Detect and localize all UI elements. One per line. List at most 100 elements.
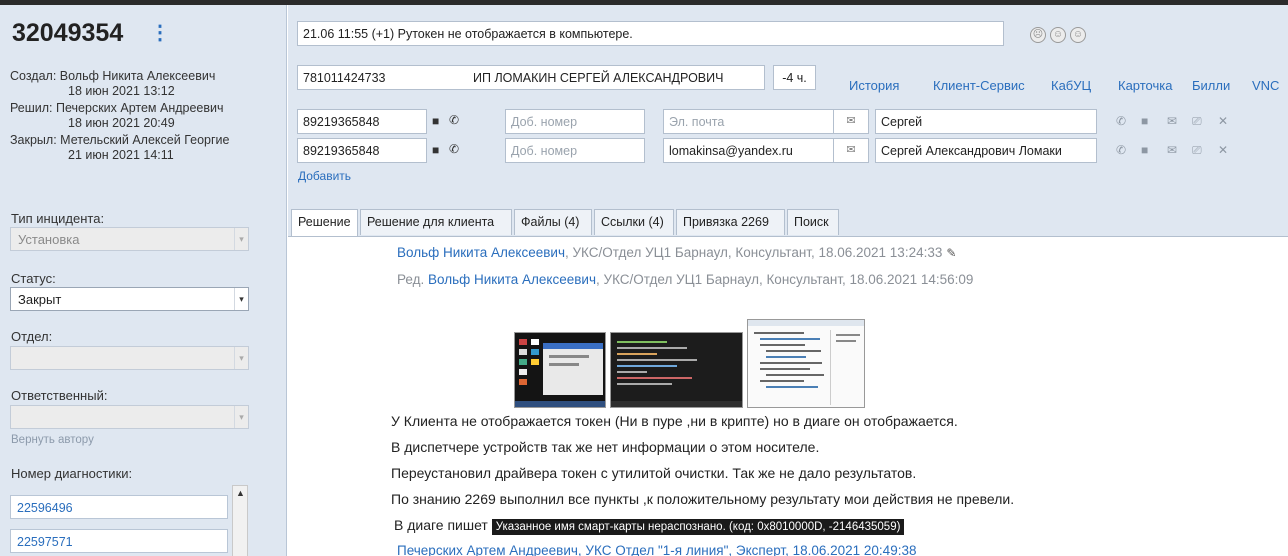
ticket-number: 32049354 [12, 19, 124, 47]
tab-files[interactable]: Файлы (4) [514, 209, 592, 235]
delete-icon[interactable]: ✕ [1218, 114, 1228, 128]
sad-face-icon[interactable]: ☹ [1030, 27, 1046, 43]
subject-input[interactable]: 21.06 11:55 (+1) Рутокен не отображается… [297, 21, 1004, 46]
created-info: Создал: Вольф Никита Алексеевич 18 июн 2… [10, 69, 215, 99]
contact-name-input[interactable]: Сергей [875, 109, 1097, 134]
mail-icon[interactable]: ✉ [833, 138, 869, 163]
message-icon[interactable]: ■ [432, 143, 439, 157]
client-name: ИП ЛОМАКИН СЕРГЕЙ АЛЕКСАНДРОВИЧ [473, 71, 724, 85]
mail-icon[interactable]: ✉ [1167, 114, 1177, 128]
solved-date: 18 июн 2021 20:49 [68, 116, 175, 130]
client-inn: 781011424733 [303, 71, 386, 85]
chat-icon[interactable]: ■ [1141, 114, 1148, 128]
neutral-face-icon[interactable]: ☺ [1050, 27, 1066, 43]
created-date: 18 июн 2021 13:12 [68, 84, 175, 98]
screenshot-thumbnail-image [611, 333, 742, 407]
incident-type-select[interactable]: Установка ▾ [10, 227, 249, 251]
screenshot-thumbnail[interactable] [514, 332, 606, 408]
tab-client-solution[interactable]: Решение для клиента [360, 209, 512, 235]
chevron-down-icon: ▾ [234, 228, 248, 250]
timezone-field: -4 ч. [773, 65, 816, 90]
post-author-meta: , УКС/Отдел УЦ1 Барнаул, Консультант, 18… [564, 245, 943, 260]
sms-icon[interactable]: ⎚ [1192, 114, 1202, 129]
vnc-link[interactable]: VNC [1252, 78, 1279, 93]
department-select[interactable]: ▾ [10, 346, 249, 370]
post-edit-line: Ред. Вольф Никита Алексеевич, УКС/Отдел … [397, 272, 973, 287]
diag-number-item[interactable]: 22596496 [10, 495, 228, 519]
ticket-menu-icon[interactable]: ⋮ [150, 23, 170, 43]
post-text-line: У Клиента не отображается токен (Ни в пу… [391, 413, 958, 429]
post-author[interactable]: Вольф Никита Алексеевич [397, 245, 565, 260]
responsible-select[interactable]: ▾ [10, 405, 249, 429]
delete-icon[interactable]: ✕ [1218, 143, 1228, 157]
post-text-line: По знанию 2269 выполнил все пункты ,к по… [391, 491, 1015, 507]
diag-prefix: В диаге пишет [394, 517, 488, 533]
screenshot-thumbnail[interactable] [747, 319, 865, 408]
created-label: Создал: [10, 69, 57, 83]
call-icon[interactable]: ✆ [1116, 143, 1126, 157]
solution-content: Вольф Никита Алексеевич, УКС/Отдел УЦ1 Б… [288, 237, 1288, 556]
phone-input[interactable]: 89219365848 [297, 138, 427, 163]
client-service-link[interactable]: Клиент-Сервис [933, 78, 1025, 93]
kabuc-link[interactable]: КабУЦ [1051, 78, 1091, 93]
edit-prefix: Ред. [397, 272, 425, 287]
diag-error-message: Указанное имя смарт-карты нераспознано. … [491, 519, 905, 535]
edit-meta: , УКС/Отдел УЦ1 Барнаул, Консультант, 18… [596, 272, 974, 287]
ticket-sidebar: 32049354 ⋮ Создал: Вольф Никита Алексеев… [0, 5, 287, 556]
diag-number-label: Номер диагностики: [11, 466, 133, 481]
diag-number-item[interactable]: 22597571 [10, 529, 228, 553]
next-post-author-line[interactable]: Печерских Артем Андреевич, УКС Отдел "1-… [397, 543, 916, 556]
chat-icon[interactable]: ■ [1141, 143, 1148, 157]
contact-name-input[interactable]: Сергей Александрович Ломаки [875, 138, 1097, 163]
extension-input[interactable]: Доб. номер [505, 138, 645, 163]
billing-link[interactable]: Билли [1192, 78, 1230, 93]
tab-binding[interactable]: Привязка 2269 [676, 209, 785, 235]
post-diag-line: В диаге пишет Указанное имя смарт-карты … [391, 517, 905, 535]
ticket-header-panel: 21.06 11:55 (+1) Рутокен не отображается… [288, 5, 1288, 238]
client-inn-input[interactable]: 781011424733 ИП ЛОМАКИН СЕРГЕЙ АЛЕКСАНДР… [297, 65, 765, 90]
email-input[interactable]: Эл. почта [663, 109, 841, 134]
screenshot-thumbnail-image [748, 320, 864, 407]
tab-links[interactable]: Ссылки (4) [594, 209, 674, 235]
edit-author[interactable]: Вольф Никита Алексеевич [428, 272, 596, 287]
closed-info: Закрыл: Метельский Алексей Георгие 21 ию… [10, 133, 229, 163]
tab-solution[interactable]: Решение [291, 209, 358, 237]
edit-icon[interactable]: ✎ [946, 246, 956, 260]
chevron-down-icon: ▾ [234, 347, 248, 369]
status-label: Статус: [11, 271, 56, 286]
status-select[interactable]: Закрыт ▾ [10, 287, 249, 311]
post-text-line: Переустановил драйвера токен с утилитой … [391, 465, 917, 481]
chevron-down-icon: ▾ [234, 288, 248, 310]
email-input[interactable]: lomakinsa@yandex.ru [663, 138, 841, 163]
solved-label: Решил: [10, 101, 53, 115]
tab-search[interactable]: Поиск [787, 209, 839, 235]
phone-input[interactable]: 89219365848 [297, 109, 427, 134]
history-link[interactable]: История [849, 78, 899, 93]
scroll-up-icon[interactable]: ▲ [236, 488, 245, 498]
chevron-down-icon: ▾ [234, 406, 248, 428]
solved-by: Печерских Артем Андреевич [56, 101, 224, 115]
diag-list-scrollbar[interactable]: ▲ [232, 485, 248, 556]
phone-icon[interactable]: ✆ [449, 113, 459, 127]
mail-icon[interactable]: ✉ [833, 109, 869, 134]
post-author-line: Вольф Никита Алексеевич, УКС/Отдел УЦ1 Б… [397, 245, 956, 260]
department-label: Отдел: [11, 329, 53, 344]
status-value: Закрыт [18, 292, 62, 307]
solved-info: Решил: Печерских Артем Андреевич 18 июн … [10, 101, 224, 131]
screenshot-thumbnail[interactable] [610, 332, 743, 408]
incident-type-value: Установка [18, 232, 80, 247]
message-icon[interactable]: ■ [432, 114, 439, 128]
extension-input[interactable]: Доб. номер [505, 109, 645, 134]
add-contact-link[interactable]: Добавить [298, 169, 351, 183]
incident-type-label: Тип инцидента: [11, 211, 105, 226]
closed-label: Закрыл: [10, 133, 57, 147]
happy-face-icon[interactable]: ☺ [1070, 27, 1086, 43]
phone-icon[interactable]: ✆ [449, 142, 459, 156]
post-text-line: В диспетчере устройств так же нет информ… [391, 439, 820, 455]
return-to-author-link[interactable]: Вернуть автору [11, 434, 94, 446]
call-icon[interactable]: ✆ [1116, 114, 1126, 128]
closed-date: 21 июн 2021 14:11 [68, 148, 174, 162]
sms-icon[interactable]: ⎚ [1192, 143, 1202, 158]
card-link[interactable]: Карточка [1118, 78, 1172, 93]
mail-icon[interactable]: ✉ [1167, 143, 1177, 157]
